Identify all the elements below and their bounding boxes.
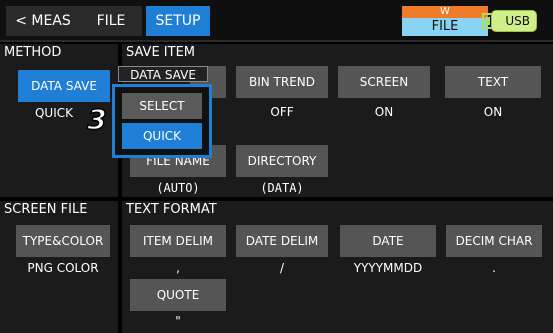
screen-value: ON — [374, 105, 394, 119]
file-name-value: (AUTO) — [156, 181, 200, 195]
bin-trend-value: OFF — [270, 105, 294, 119]
popup-title: DATA SAVE — [118, 66, 208, 82]
top-bar: < MEAS FILE SETUP W FILE USB — [0, 0, 553, 42]
usb-badge: USB — [491, 10, 537, 32]
setup-screen: < MEAS FILE SETUP W FILE USB METHOD DATA… — [0, 0, 553, 333]
text-value: ON — [483, 105, 503, 119]
screen-file-title: SCREEN FILE — [4, 202, 88, 217]
tab-file[interactable]: FILE — [80, 6, 142, 36]
back-to-meas-tab[interactable]: < MEAS — [6, 6, 80, 36]
method-title: METHOD — [4, 45, 62, 60]
step-number-text: 3 — [87, 104, 106, 134]
quote-button[interactable]: QUOTE — [130, 279, 226, 311]
date-delim-button[interactable]: DATE DELIM — [236, 225, 328, 257]
storage-indicator-bottom: FILE — [402, 18, 488, 36]
date-delim-value: / — [279, 261, 285, 275]
directory-value: (DATA) — [260, 181, 304, 195]
date-value: YYYYMMDD — [353, 261, 423, 275]
decim-char-value: . — [492, 261, 496, 275]
storage-indicator: W FILE — [402, 6, 488, 36]
data-save-popup: SELECT QUICK — [112, 84, 212, 158]
quote-value: " — [175, 314, 181, 328]
decim-char-button[interactable]: DECIM CHAR — [446, 225, 542, 257]
storage-indicator-top: W — [402, 6, 488, 18]
step-number-marker: 3 — [87, 104, 108, 134]
item-delim-value: , — [176, 261, 180, 275]
save-item-title: SAVE ITEM — [126, 45, 195, 60]
text-format-title: TEXT FORMAT — [126, 202, 217, 217]
option-select[interactable]: SELECT — [122, 93, 202, 119]
screen-file-value: PNG COLOR — [27, 261, 99, 275]
type-color-button[interactable]: TYPE&COLOR — [16, 225, 110, 257]
bin-trend-button[interactable]: BIN TREND — [236, 66, 328, 98]
text-button[interactable]: TEXT — [445, 66, 541, 98]
directory-button[interactable]: DIRECTORY — [236, 145, 328, 177]
screen-button[interactable]: SCREEN — [338, 66, 430, 98]
method-value: QUICK — [34, 106, 73, 120]
option-quick[interactable]: QUICK — [122, 123, 202, 149]
item-delim-button[interactable]: ITEM DELIM — [130, 225, 226, 257]
date-button[interactable]: DATE — [340, 225, 436, 257]
usb-notch-icon — [486, 17, 490, 25]
tab-setup[interactable]: SETUP — [146, 6, 210, 36]
data-save-button[interactable]: DATA SAVE — [18, 70, 110, 102]
